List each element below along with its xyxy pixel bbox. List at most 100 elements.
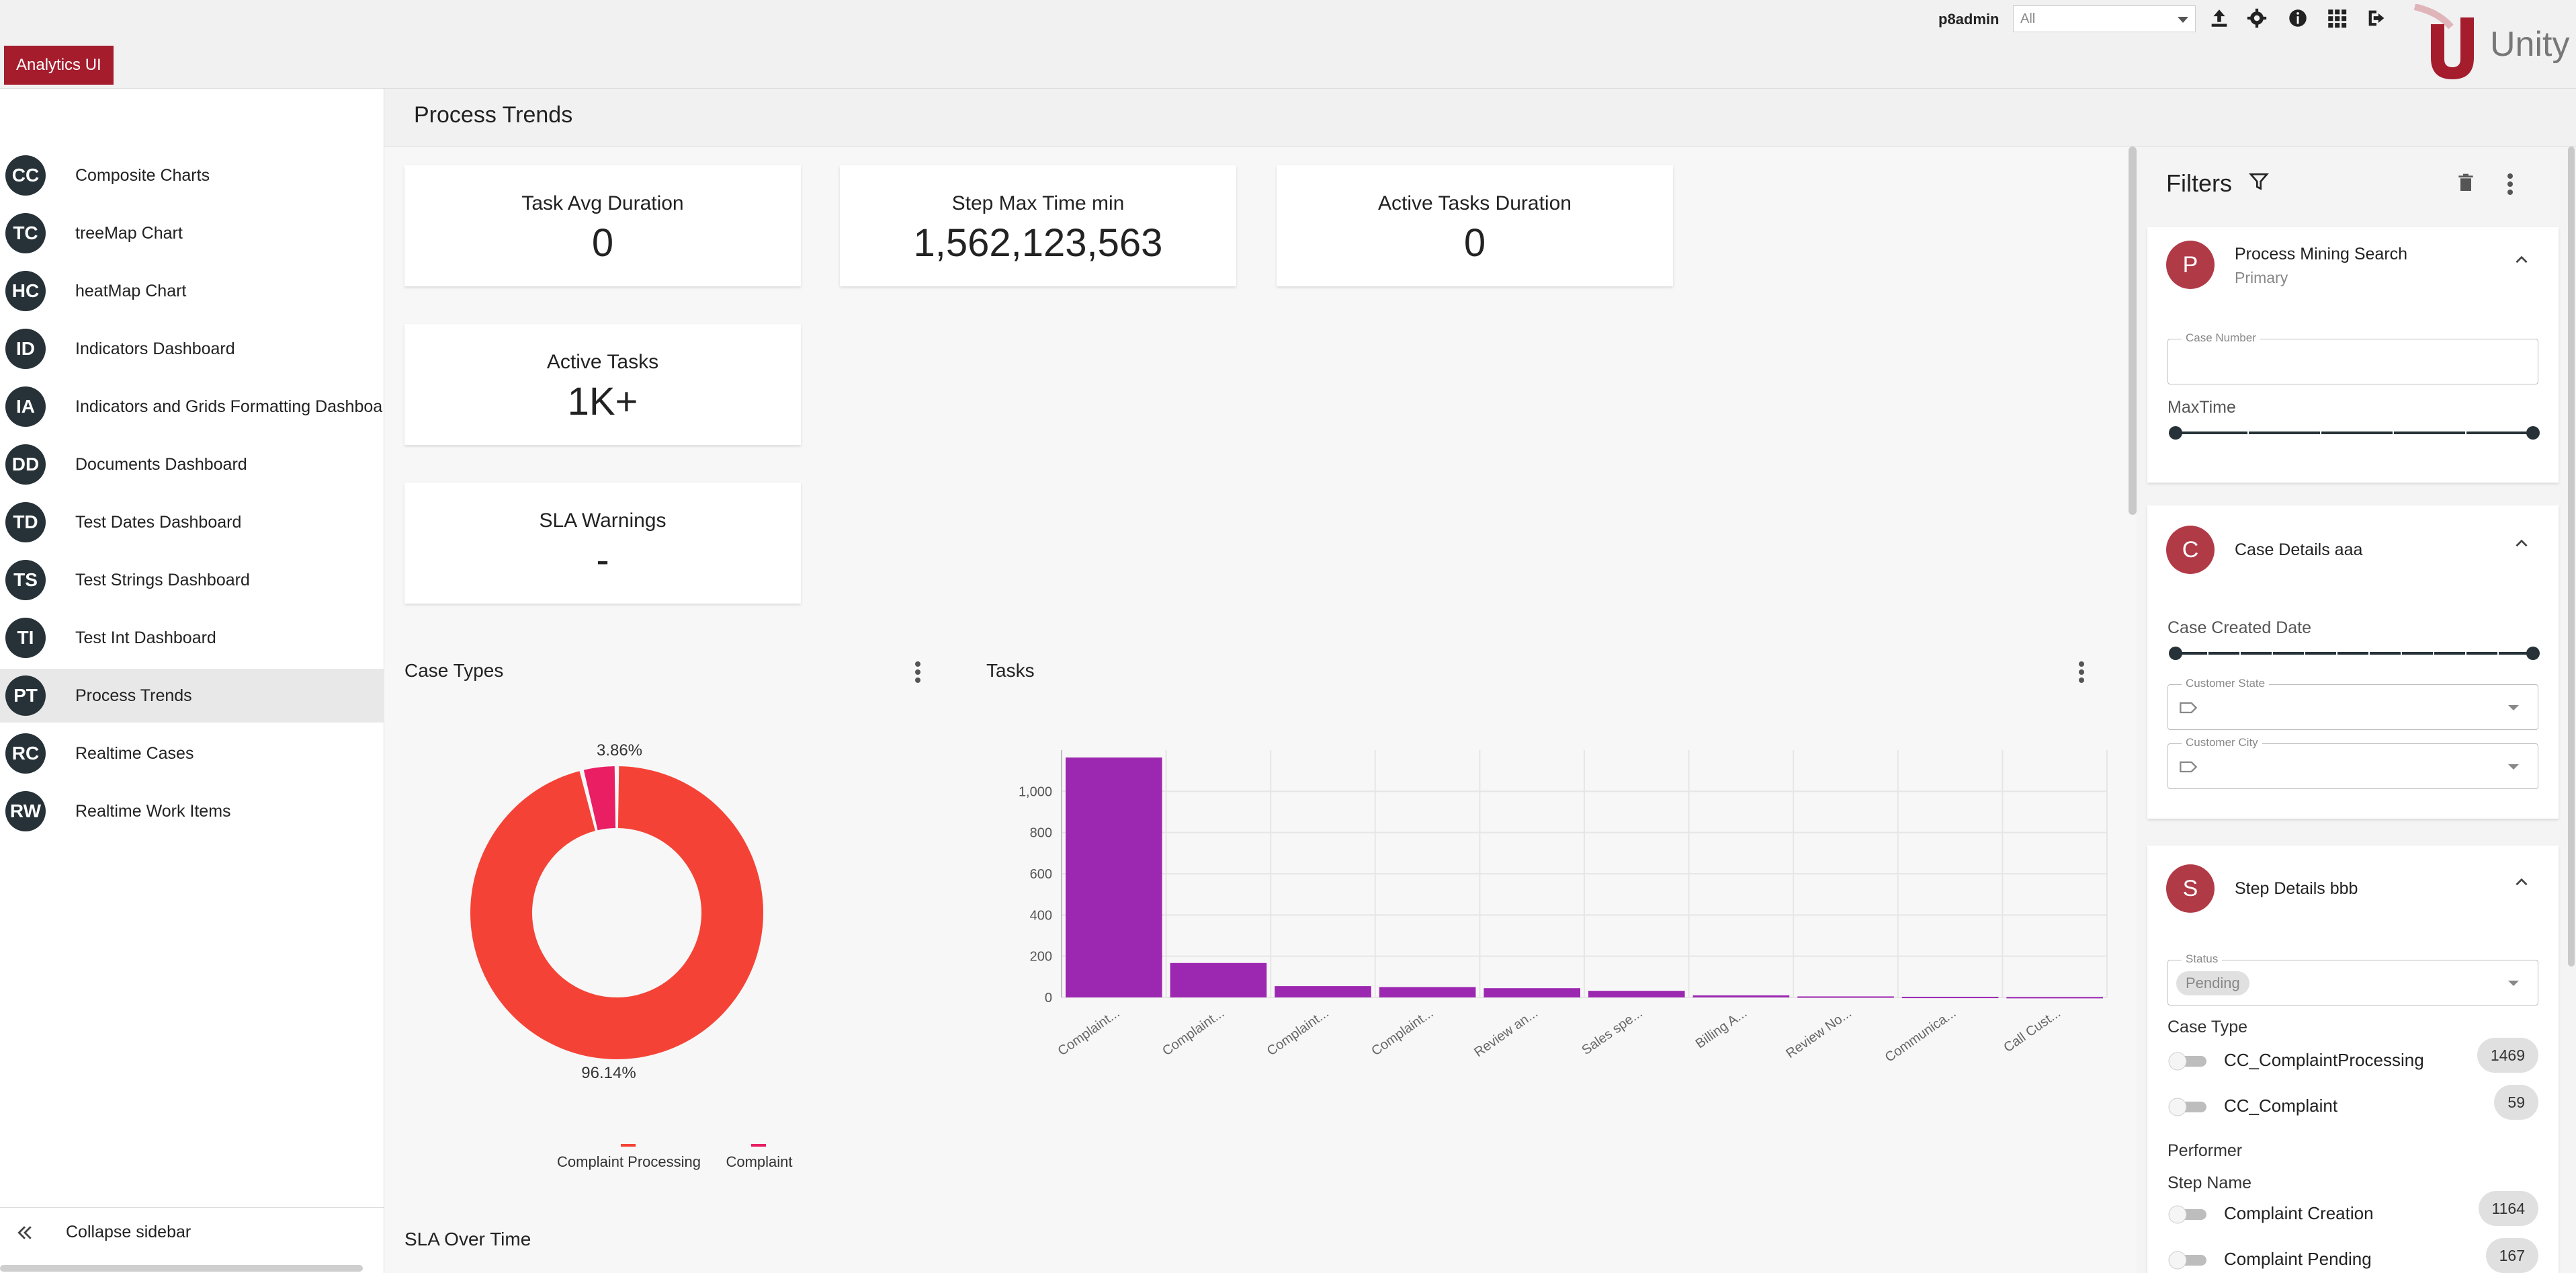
x-tick-label: Complaint... — [1264, 1005, 1332, 1059]
process-mining-search-subtitle: Primary — [2235, 269, 2288, 286]
bar-2[interactable] — [1275, 986, 1371, 997]
bar-0[interactable] — [1066, 757, 1162, 997]
x-tick-label: Review an... — [1471, 1005, 1541, 1060]
sla-over-time-title: SLA Over Time — [404, 1229, 531, 1249]
collapse-sidebar-label: Collapse sidebar — [66, 1223, 191, 1241]
bar-7[interactable] — [1797, 996, 1894, 998]
sidebar-item-indicators-grids-formatting[interactable]: IA Indicators and Grids Formatting Dashb… — [0, 380, 384, 434]
x-tick-label: Billing A... — [1693, 1005, 1750, 1051]
sidebar-item-label: Indicators and Grids Formatting Dashboar… — [75, 397, 383, 416]
toggle-cc-complaintprocessing[interactable] — [2167, 1051, 2210, 1071]
toggle-complaint-pending[interactable] — [2167, 1250, 2210, 1270]
case-number-label: Case Number — [2182, 331, 2260, 345]
legend-swatch — [621, 1144, 636, 1147]
process-mining-search-card: P Process Mining Search Primary Case Num… — [2147, 227, 2559, 483]
top-bar: Analytics UI p8admin All Unity — [0, 0, 2576, 89]
page-header — [384, 89, 2576, 147]
sidebar-item-label: Test Dates Dashboard — [75, 513, 242, 532]
sidebar-item-label: Realtime Cases — [75, 744, 194, 763]
case-types-donut-chart: 3.86% 96.14% Complaint Processing Complaint — [470, 741, 793, 1170]
sidebar-item-label: Process Trends — [75, 686, 192, 705]
bar-5[interactable] — [1588, 991, 1685, 997]
main-scrollbar[interactable] — [2129, 147, 2137, 515]
sidebar-item-label: treeMap Chart — [75, 224, 183, 243]
sidebar-item-label: heatMap Chart — [75, 282, 187, 300]
avatar: RC — [5, 733, 46, 774]
sidebar-item-label: Test Int Dashboard — [75, 628, 216, 647]
sidebar-item-treemap-chart[interactable]: TC treeMap Chart — [0, 206, 384, 260]
chevron-down-icon — [2508, 705, 2519, 710]
case-details-card: C Case Details aaa Case Created Date Cus… — [2147, 505, 2559, 819]
count-badge: 1469 — [2477, 1038, 2538, 1073]
step-details-title: Step Details bbb — [2235, 879, 2358, 898]
case-types-menu-icon[interactable] — [910, 659, 926, 686]
kpi-card-active-tasks-duration: Active Tasks Duration 0 — [1277, 165, 1673, 286]
status-select[interactable]: Status Pending — [2167, 952, 2538, 1005]
x-tick-label: Complaint... — [1369, 1005, 1436, 1059]
sidebar-item-documents-dashboard[interactable]: DD Documents Dashboard — [0, 438, 384, 491]
chevron-up-icon[interactable] — [2513, 535, 2530, 552]
info-icon[interactable] — [2286, 7, 2309, 30]
donut-slice-complaint-processing[interactable] — [470, 766, 763, 1059]
kpi-value: - — [596, 538, 609, 582]
app-tag[interactable]: Analytics UI — [4, 46, 114, 85]
scope-select[interactable]: All — [2013, 5, 2196, 32]
sidebar-scrollbar[interactable] — [0, 1265, 363, 1272]
sidebar-item-heatmap-chart[interactable]: HC heatMap Chart — [0, 264, 384, 318]
kpi-card-step-max-time: Step Max Time min 1,562,123,563 — [840, 165, 1236, 286]
filters-menu-icon[interactable] — [2502, 171, 2518, 198]
sidebar-item-composite-charts[interactable]: CC Composite Charts — [0, 149, 384, 202]
bar-4[interactable] — [1484, 988, 1580, 997]
customer-state-select[interactable]: Customer State — [2167, 677, 2538, 730]
chevron-up-icon[interactable] — [2513, 251, 2530, 269]
slice-label-complaint: 3.86% — [597, 741, 642, 759]
sidebar-item-test-int-dashboard[interactable]: TI Test Int Dashboard — [0, 611, 384, 665]
bar-3[interactable] — [1379, 987, 1476, 997]
kpi-value: 1K+ — [567, 380, 638, 423]
sidebar-item-test-dates-dashboard[interactable]: TD Test Dates Dashboard — [0, 495, 384, 549]
apps-grid-icon[interactable] — [2325, 7, 2348, 30]
case-types-title: Case Types — [404, 660, 504, 681]
case-number-field[interactable]: Case Number — [2167, 331, 2538, 384]
sidebar-item-realtime-work-items[interactable]: RW Realtime Work Items — [0, 784, 384, 838]
filters-title: Filters — [2166, 169, 2232, 197]
legend-swatch — [751, 1144, 766, 1147]
case-type-label: Case Type — [2167, 1018, 2248, 1036]
status-chip[interactable]: Pending — [2176, 971, 2249, 995]
y-tick-label: 1,000 — [1019, 784, 1052, 799]
step-details-card: S Step Details bbb Status Pending Case T… — [2147, 846, 2559, 1273]
legend-label[interactable]: Complaint Processing — [557, 1153, 701, 1170]
customer-state-label: Customer State — [2182, 677, 2270, 690]
sidebar-item-label: Test Strings Dashboard — [75, 571, 250, 589]
avatar: HC — [5, 271, 46, 311]
legend-label[interactable]: Complaint — [726, 1153, 792, 1170]
bar-9[interactable] — [2006, 997, 2103, 999]
kpi-label: Active Tasks — [546, 351, 659, 373]
kpi-value: 0 — [591, 221, 614, 265]
bar-8[interactable] — [1901, 997, 1999, 999]
upload-icon[interactable] — [2208, 7, 2231, 30]
case-created-date-slider[interactable] — [2167, 645, 2541, 661]
toggle-complaint-creation[interactable] — [2167, 1204, 2210, 1225]
sidebar-item-process-trends[interactable]: PT Process Trends — [0, 669, 384, 723]
filters-scrollbar[interactable] — [2568, 147, 2575, 967]
case-type-option-label: CC_Complaint — [2224, 1096, 2338, 1116]
chevron-up-icon[interactable] — [2513, 874, 2530, 891]
customer-city-select[interactable]: Customer City — [2167, 736, 2538, 789]
avatar: PT — [5, 675, 46, 716]
toggle-cc-complaint[interactable] — [2167, 1097, 2210, 1117]
sidebar-item-label: Realtime Work Items — [75, 802, 231, 821]
sidebar-item-realtime-cases[interactable]: RC Realtime Cases — [0, 727, 384, 780]
sidebar-item-indicators-dashboard[interactable]: ID Indicators Dashboard — [0, 322, 384, 376]
bar-6[interactable] — [1692, 995, 1790, 997]
performer-label: Performer — [2167, 1141, 2243, 1160]
maxtime-slider[interactable] — [2167, 425, 2541, 441]
gear-icon[interactable] — [2245, 7, 2268, 30]
sidebar-item-test-strings-dashboard[interactable]: TS Test Strings Dashboard — [0, 553, 384, 607]
bar-1[interactable] — [1170, 962, 1267, 997]
y-tick-label: 200 — [1030, 950, 1052, 964]
logout-icon[interactable] — [2365, 7, 2388, 30]
tasks-menu-icon[interactable] — [2073, 659, 2090, 686]
collapse-sidebar-button[interactable]: Collapse sidebar — [0, 1207, 384, 1256]
clear-filters-icon[interactable] — [2455, 172, 2477, 194]
